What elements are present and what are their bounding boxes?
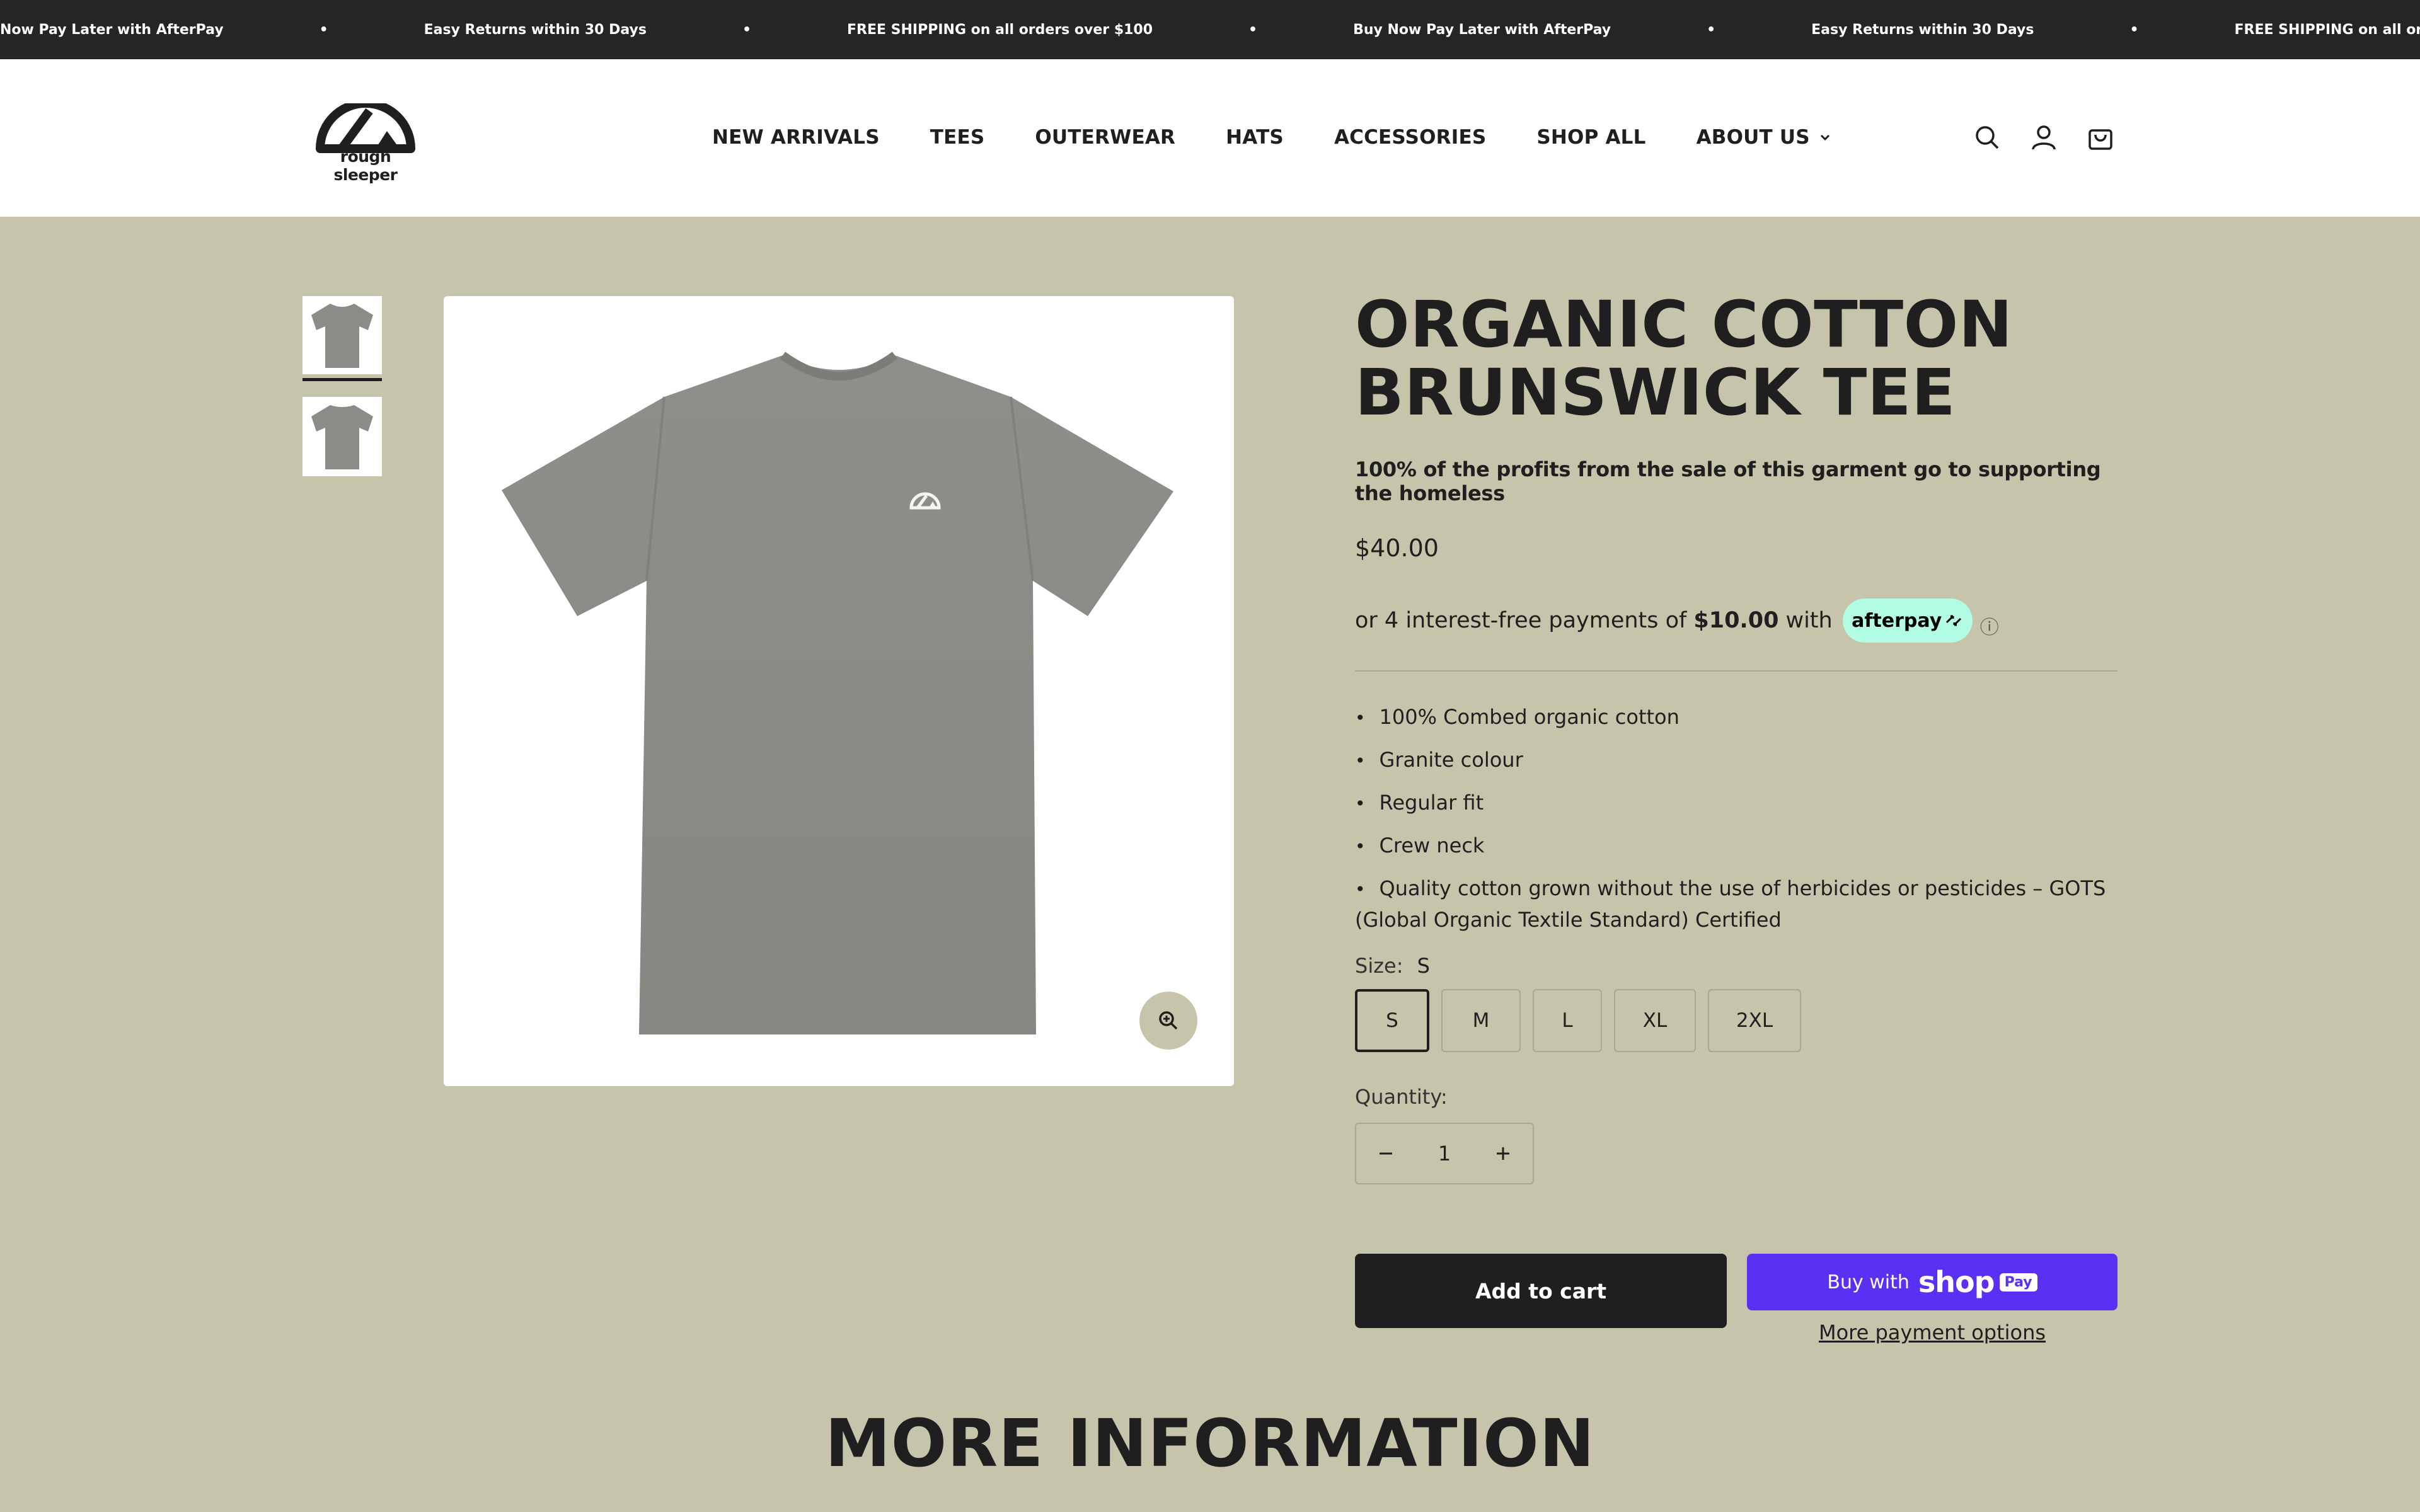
nav-shop-all[interactable]: SHOP ALL [1536,126,1645,149]
afterpay-suffix: with [1785,608,1833,633]
product-price: $40.00 [1355,534,1439,562]
afterpay-arrows-icon [1946,615,1962,626]
size-label: Size: S [1355,954,2118,978]
brand-logo[interactable]: rough sleeper [311,99,420,184]
quantity-stepper [1355,1123,1534,1184]
size-selector: S M L XL 2XL [1355,989,2118,1052]
main-product-image[interactable] [444,296,1234,1086]
add-to-cart-button[interactable]: Add to cart [1355,1254,1727,1328]
size-label-text: Size: [1355,954,1403,978]
announcement-item: Easy Returns within 30 Days [424,21,647,38]
purchase-actions: Add to cart Buy with shop Pay More payme… [1355,1254,2118,1361]
logo-mark-icon [316,99,415,153]
quantity-increase-button[interactable] [1473,1124,1533,1183]
shop-pay-button[interactable]: Buy with shop Pay [1747,1254,2118,1310]
zoom-icon [1159,1011,1178,1030]
nav-new-arrivals[interactable]: NEW ARRIVALS [712,126,880,149]
tshirt-thumbnail-icon [311,405,373,469]
quantity-input[interactable] [1415,1123,1473,1184]
shop-pay-logo: shop [1918,1265,1995,1299]
announcement-separator: • [1248,21,1258,38]
product-title-line: ORGANIC COTTON [1355,287,2013,362]
logo-text: rough sleeper [333,147,398,184]
feature-item: Regular fit [1355,788,2118,819]
quantity-label: Quantity: [1355,1085,1448,1109]
nav-outerwear[interactable]: OUTERWEAR [1035,126,1175,149]
account-icon[interactable] [2030,123,2058,151]
announcement-bar: y Now Pay Later with AfterPay • Easy Ret… [0,0,2420,59]
quantity-decrease-button[interactable] [1356,1124,1415,1183]
announcement-item: FREE SHIPPING on all orders over $100 [2234,21,2420,38]
feature-item: Crew neck [1355,830,2118,862]
size-option-m[interactable]: M [1441,989,1521,1052]
section-heading: MORE INFORMATION [825,1405,1595,1482]
tshirt-image [502,352,1173,1034]
size-option-s[interactable]: S [1355,989,1429,1052]
thumbnail-active-indicator [302,378,382,381]
product-title-line: BRUNSWICK TEE [1355,355,1956,430]
info-icon[interactable]: ⓘ [1980,612,1999,639]
announcement-item: y Now Pay Later with AfterPay [0,21,224,38]
size-option-xl[interactable]: XL [1614,989,1696,1052]
main-nav: NEW ARRIVALS TEES OUTERWEAR HATS ACCESSO… [712,118,1831,156]
nav-about-us-label: ABOUT US [1696,126,1810,149]
site-header: rough sleeper NEW ARRIVALS TEES OUTERWEA… [0,59,2420,217]
afterpay-badge[interactable]: afterpay [1842,598,1973,643]
divider [1355,670,2118,672]
search-icon[interactable] [1973,123,2001,151]
shop-pay-prefix: Buy with [1827,1271,1910,1293]
more-payment-options-link[interactable]: More payment options [1747,1320,2118,1344]
cart-icon[interactable] [2087,123,2114,151]
zoom-button[interactable] [1139,992,1197,1050]
feature-list: 100% Combed organic cotton Granite colou… [1355,702,2118,935]
feature-item: Quality cotton grown without the use of … [1355,873,2118,935]
afterpay-amount: $10.00 [1693,608,1779,633]
nav-hats[interactable]: HATS [1226,126,1284,149]
nav-tees[interactable]: TEES [930,126,985,149]
nav-accessories[interactable]: ACCESSORIES [1334,126,1486,149]
tshirt-thumbnail-icon [311,304,373,368]
product-title: ORGANIC COTTON BRUNSWICK TEE [1355,291,2118,427]
nav-about-us[interactable]: ABOUT US [1697,126,1831,149]
announcement-item: Buy Now Pay Later with AfterPay [1353,21,1611,38]
announcement-separator: • [1707,21,1716,38]
announcement-item: Easy Returns within 30 Days [1811,21,2034,38]
announcement-item: FREE SHIPPING on all orders over $100 [846,21,1153,38]
product-tagline: 100% of the profits from the sale of thi… [1355,457,2101,505]
header-icons [1944,123,2114,151]
afterpay-message: or 4 interest-free payments of $10.00 wi… [1355,598,2118,643]
shop-pay-pill: Pay [1999,1273,2037,1292]
selected-size-value: S [1417,954,1430,978]
size-option-l[interactable]: L [1533,989,1602,1052]
size-option-2xl[interactable]: 2XL [1708,989,1801,1052]
plus-icon [1497,1147,1509,1160]
announcement-separator: • [319,21,328,38]
announcement-separator: • [742,21,752,38]
chevron-down-icon [1820,134,1829,141]
announcement-separator: • [2129,21,2139,38]
afterpay-prefix: or 4 interest-free payments of [1355,608,1687,633]
thumbnail-back[interactable] [302,397,382,476]
feature-item: 100% Combed organic cotton [1355,702,2118,733]
announcement-track: y Now Pay Later with AfterPay • Easy Ret… [0,0,2420,59]
thumbnail-front[interactable] [302,296,382,374]
feature-item: Granite colour [1355,745,2118,776]
minus-icon [1380,1152,1392,1155]
afterpay-badge-text: afterpay [1852,609,1942,632]
product-info: ORGANIC COTTON BRUNSWICK TEE 100% of the… [1355,291,2118,1361]
